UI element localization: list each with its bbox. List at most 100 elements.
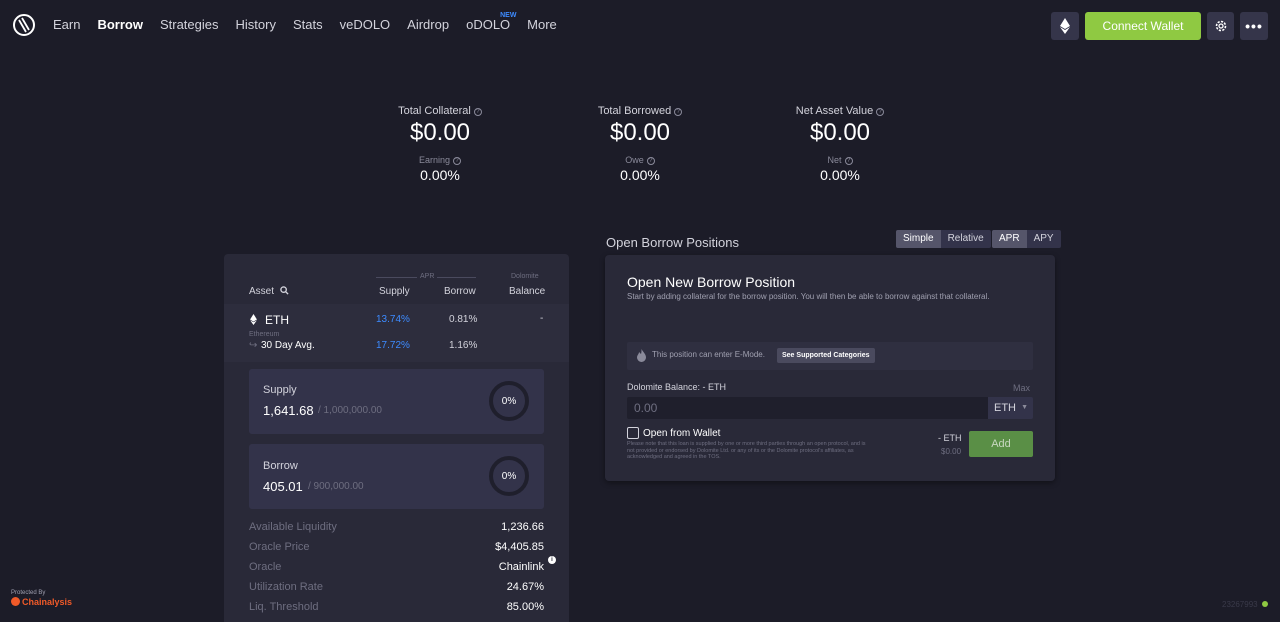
info-icon[interactable]: ?: [674, 108, 683, 116]
nav-more[interactable]: More: [527, 17, 557, 32]
market-panel: Asset APR Supply Borrow Dolomite Balance…: [224, 254, 569, 622]
owe-value: 0.00%: [620, 167, 660, 183]
stat-key: Utilization Rate: [249, 581, 323, 593]
supply-pct: 0%: [501, 396, 517, 407]
borrow-card-label: Borrow: [263, 460, 298, 472]
nav-borrow[interactable]: Borrow: [97, 17, 143, 32]
stat-value: 85.00%: [506, 601, 544, 613]
nav-odolo[interactable]: oDOLO NEW: [466, 12, 516, 32]
info-icon[interactable]: ?: [473, 108, 482, 116]
new-borrow-position-panel: Open New Borrow Position Start by adding…: [605, 255, 1055, 481]
dolomite-balance: -: [540, 313, 544, 324]
token-select-value: ETH: [994, 402, 1016, 414]
stat-value: 1,236.66: [501, 521, 544, 533]
add-button[interactable]: Add: [969, 431, 1033, 457]
chainalysis-badge[interactable]: Protected By Chainalysis: [11, 590, 72, 607]
net-asset-value-stat: Net Asset Value? $0.00 Net? 0.00%: [750, 105, 930, 183]
max-button[interactable]: Max: [1013, 383, 1030, 393]
balance-column-header[interactable]: Balance: [509, 286, 545, 297]
earning-label: Earning: [418, 155, 451, 165]
asset-name: Ethereum: [249, 331, 280, 338]
connection-status-dot: [1262, 601, 1268, 607]
info-icon[interactable]: ?: [844, 157, 853, 165]
nav-history[interactable]: History: [236, 17, 276, 32]
amount-input[interactable]: [627, 397, 988, 419]
avg-label: 30 Day Avg.: [261, 340, 315, 351]
asset-column-header[interactable]: Asset: [249, 286, 289, 297]
nav-odolo-label: oDOLO: [466, 17, 511, 32]
supply-card-label: Supply: [263, 384, 297, 396]
stat-utilization-rate: Utilization Rate 24.67%: [249, 581, 544, 593]
new-badge: NEW: [500, 12, 517, 19]
nav-vedolo[interactable]: veDOLO: [340, 17, 391, 32]
info-icon[interactable]: ?: [646, 157, 655, 165]
total-borrowed-value: $0.00: [609, 119, 671, 146]
toggle-apr[interactable]: APR: [992, 230, 1027, 248]
borrow-apr: 0.81%: [449, 314, 478, 325]
gear-icon: [1215, 20, 1226, 32]
supply-card: Supply 1,641.68 / 1,000,000.00 0%: [249, 369, 544, 434]
avg-borrow-apr: 1.16%: [449, 340, 478, 351]
toggle-apy[interactable]: APY: [1027, 230, 1061, 248]
total-collateral-label: Total Collateral: [398, 105, 471, 117]
stat-key: Liq. Threshold: [249, 601, 319, 613]
borrow-column-header[interactable]: Borrow: [444, 286, 476, 297]
protected-by-label: Protected By: [11, 590, 46, 596]
apr-group-label: APR: [417, 273, 438, 280]
stat-liq-threshold: Liq. Threshold 85.00%: [249, 601, 544, 613]
connect-wallet-button[interactable]: Connect Wallet: [1085, 12, 1201, 40]
ethereum-icon: [250, 314, 257, 325]
info-icon[interactable]: ?: [876, 108, 885, 116]
info-icon[interactable]: ?: [453, 157, 462, 165]
see-supported-categories-button[interactable]: See Supported Categories: [777, 348, 875, 363]
supply-apr: 13.74%: [376, 314, 410, 325]
open-from-wallet-label[interactable]: Open from Wallet: [643, 428, 720, 439]
display-mode-toggle: Simple Relative: [896, 230, 991, 248]
total-collateral-value: $0.00: [409, 119, 471, 146]
chainalysis-brand: Chainalysis: [22, 597, 73, 607]
asset-symbol: ETH: [265, 313, 289, 327]
borrow-pct: 0%: [501, 471, 517, 482]
market-table-header: Asset APR Supply Borrow Dolomite Balance: [224, 254, 569, 304]
stat-key: Oracle: [249, 561, 282, 573]
toggle-relative[interactable]: Relative: [941, 230, 991, 248]
flame-icon: [637, 349, 646, 362]
nav-links: Earn Borrow Strategies History Stats veD…: [53, 12, 574, 32]
new-position-subtitle: Start by adding collateral for the borro…: [627, 292, 990, 301]
open-from-wallet-checkbox[interactable]: [627, 427, 639, 439]
emode-banner: This position can enter E-Mode. See Supp…: [627, 342, 1033, 370]
toggle-simple[interactable]: Simple: [896, 230, 941, 248]
asset-row[interactable]: ETH Ethereum 13.74% 0.81% - ↪ 30 Day Avg…: [224, 304, 569, 362]
settings-button[interactable]: [1207, 12, 1234, 40]
oracle-info-icon[interactable]: i: [548, 556, 556, 564]
more-menu-button[interactable]: •••: [1240, 12, 1268, 40]
owe-label: Owe: [625, 155, 644, 165]
nav-earn[interactable]: Earn: [53, 17, 80, 32]
total-borrowed-stat: Total Borrowed? $0.00 Owe? 0.00%: [550, 105, 730, 183]
top-nav: Earn Borrow Strategies History Stats veD…: [0, 0, 1280, 52]
supply-cap: / 1,000,000.00: [318, 405, 382, 416]
rate-mode-toggle: APR APY: [992, 230, 1061, 248]
avg-supply-apr: 17.72%: [376, 340, 410, 351]
open-borrow-positions-title: Open Borrow Positions: [606, 235, 739, 250]
token-select[interactable]: ETH ▼: [988, 397, 1033, 419]
stat-oracle-price: Oracle Price $4,405.85: [249, 541, 544, 553]
nav-airdrop[interactable]: Airdrop: [407, 17, 449, 32]
chevron-down-icon: ▼: [1021, 404, 1028, 411]
network-button[interactable]: [1051, 12, 1079, 40]
net-asset-value-label: Net Asset Value: [795, 105, 874, 117]
block-number: 23267993: [1222, 600, 1258, 609]
add-amount-eth: - ETH: [938, 433, 962, 443]
earning-value: 0.00%: [420, 167, 460, 183]
dolomite-logo[interactable]: [12, 13, 36, 37]
search-icon[interactable]: [280, 286, 289, 295]
net-label: Net: [827, 155, 842, 165]
new-position-title: Open New Borrow Position: [627, 274, 796, 290]
net-asset-value: $0.00: [809, 119, 871, 146]
chainalysis-icon: [11, 597, 20, 606]
stat-oracle: Oracle Chainlink i: [249, 556, 556, 573]
net-value: 0.00%: [820, 167, 860, 183]
nav-stats[interactable]: Stats: [293, 17, 323, 32]
supply-column-header[interactable]: Supply: [379, 286, 410, 297]
nav-strategies[interactable]: Strategies: [160, 17, 219, 32]
